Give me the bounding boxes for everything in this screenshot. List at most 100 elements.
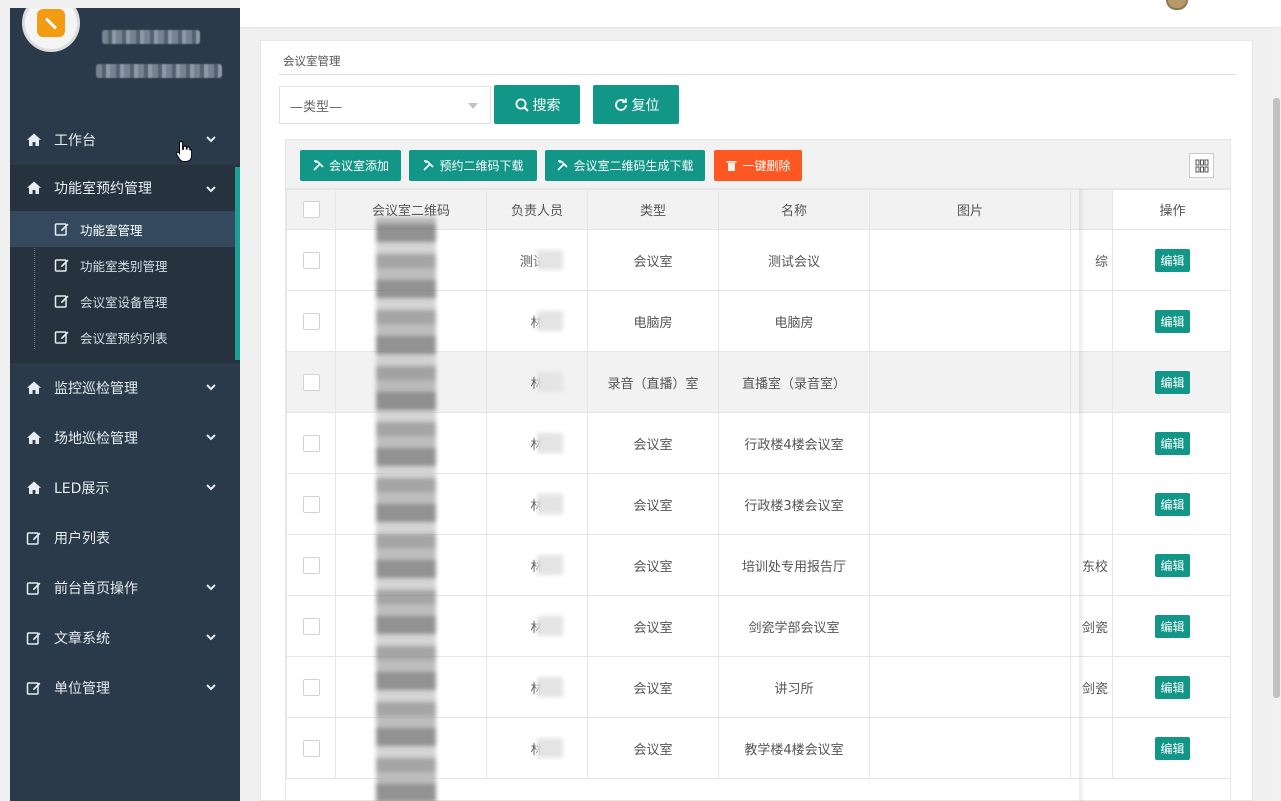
submenu: 功能室管理功能室类别管理 会议室设备管理会议室预约列表: [10, 211, 240, 363]
name-text: 电脑房: [774, 315, 814, 331]
person-name-blurred: [537, 433, 563, 453]
submenu-item-0[interactable]: 功能室管理: [10, 211, 240, 247]
edit-icon: [54, 257, 72, 273]
submenu-item-label: 会议室设备管理: [80, 294, 168, 310]
reset-button[interactable]: 复位: [593, 85, 679, 124]
user-avatar[interactable]: [1166, 0, 1188, 10]
person-cell: 林: [486, 717, 588, 779]
edit-button[interactable]: 编辑: [1155, 675, 1190, 699]
select-all-checkbox[interactable]: [302, 201, 320, 218]
col-header-name[interactable]: 名称: [718, 189, 870, 230]
person-cell: 林: [486, 473, 588, 535]
tools-icon: [422, 159, 435, 172]
row-checkbox[interactable]: [302, 739, 320, 757]
edit-button[interactable]: 编辑: [1155, 553, 1190, 577]
generate-room-qr-button[interactable]: 会议室二维码生成下载: [545, 150, 705, 181]
submenu-item-2[interactable]: 会议室设备管理: [10, 283, 240, 319]
search-button-label: 搜索: [532, 97, 561, 114]
search-icon: [514, 97, 530, 113]
sidebar-item-label: 监控巡检管理: [54, 381, 138, 397]
download-booking-qr-button[interactable]: 预约二维码下载: [409, 150, 537, 181]
actions-cell: 编辑: [1112, 595, 1230, 657]
tools-icon: [312, 159, 325, 172]
generate-room-qr-label: 会议室二维码生成下载: [573, 159, 694, 173]
extra-text: 剑瓷: [1081, 620, 1108, 636]
sidebar-item-3[interactable]: 场地巡检管理: [10, 413, 240, 463]
chevron-down-icon: [204, 182, 218, 196]
sidebar-item-label: 单位管理: [54, 681, 110, 697]
page-scrollbar[interactable]: [1272, 28, 1281, 801]
row-checkbox[interactable]: [302, 678, 320, 696]
app-logo: [22, 8, 80, 52]
edit-button[interactable]: 编辑: [1155, 492, 1190, 516]
row-checkbox[interactable]: [302, 373, 320, 391]
type-text: 会议室: [633, 681, 673, 697]
edit-icon: [54, 293, 72, 309]
row-checkbox[interactable]: [302, 617, 320, 635]
person-cell: 林: [486, 656, 588, 718]
type-cell: 会议室: [587, 534, 719, 596]
add-room-button[interactable]: 会议室添加: [300, 150, 401, 181]
edit-icon: [24, 580, 44, 596]
image-cell: [869, 351, 1071, 413]
row-checkbox[interactable]: [302, 251, 320, 269]
breadcrumb: 会议室管理: [283, 54, 341, 68]
row-checkbox-cell: [286, 534, 336, 596]
submenu-item-1[interactable]: 功能室类别管理: [10, 247, 240, 283]
actions-cell: 编辑: [1112, 473, 1230, 535]
col-header-person[interactable]: 负责人员: [486, 189, 588, 230]
sidebar-item-0[interactable]: 工作台: [10, 115, 240, 165]
row-checkbox-cell: [286, 412, 336, 474]
edit-button[interactable]: 编辑: [1155, 309, 1190, 333]
edit-button[interactable]: 编辑: [1155, 736, 1190, 760]
type-cell: 会议室: [587, 656, 719, 718]
sidebar-item-6[interactable]: 前台首页操作: [10, 563, 240, 613]
sidebar-item-8[interactable]: 单位管理: [10, 663, 240, 713]
extra-cell: [1070, 351, 1113, 413]
type-cell: 会议室: [587, 229, 719, 291]
sidebar-item-2[interactable]: 监控巡检管理: [10, 363, 240, 413]
type-select[interactable]: —类型—: [279, 86, 491, 124]
edit-button[interactable]: 编辑: [1155, 431, 1190, 455]
user-info-blurred: [96, 64, 222, 78]
edit-button[interactable]: 编辑: [1155, 614, 1190, 638]
column-filter-button[interactable]: [1189, 153, 1214, 178]
delete-all-label: 一键删除: [742, 159, 791, 173]
row-checkbox[interactable]: [302, 556, 320, 574]
person-cell: 林: [486, 290, 588, 352]
submenu-item-label: 功能室类别管理: [80, 258, 168, 274]
top-bar: [240, 0, 1281, 28]
row-checkbox[interactable]: [302, 495, 320, 513]
name-text: 行政楼3楼会议室: [744, 498, 844, 514]
sidebar-item-7[interactable]: 文章系统: [10, 613, 240, 663]
search-button[interactable]: 搜索: [494, 85, 580, 124]
row-checkbox-cell: [286, 473, 336, 535]
scrollbar-thumb[interactable]: [1273, 98, 1280, 698]
extra-cell: 剑瓷: [1070, 595, 1113, 657]
col-header-actions: 操作: [1112, 189, 1230, 230]
person-cell: 林: [486, 351, 588, 413]
col-header-type[interactable]: 类型: [587, 189, 719, 230]
extra-cell: 东校: [1070, 534, 1113, 596]
row-checkbox[interactable]: [302, 434, 320, 452]
edit-icon: [24, 530, 44, 546]
chevron-down-icon: [204, 430, 218, 444]
delete-all-button[interactable]: 一键删除: [714, 150, 802, 181]
name-text: 培训处专用报告厅: [741, 559, 846, 575]
edit-button[interactable]: 编辑: [1155, 370, 1190, 394]
content-panel: 会议室管理 —类型— 搜索 复位 会议室添加 预约二维码下载 会议室二维码生成下…: [260, 40, 1253, 801]
qr-codes-blurred: [376, 217, 436, 801]
sidebar-item-4[interactable]: LED展示: [10, 463, 240, 513]
person-name-blurred: [537, 677, 563, 697]
submenu-item-3[interactable]: 会议室预约列表: [10, 319, 240, 355]
row-checkbox-cell: [286, 290, 336, 352]
edit-button[interactable]: 编辑: [1155, 248, 1190, 272]
sidebar-item-5[interactable]: 用户列表: [10, 513, 240, 563]
col-header-image[interactable]: 图片: [869, 189, 1071, 230]
type-text: 会议室: [633, 437, 673, 453]
sidebar-item-1[interactable]: 功能室预约管理: [10, 165, 240, 211]
sidebar-item-label: 用户列表: [54, 531, 110, 547]
name-cell: 行政楼3楼会议室: [718, 473, 870, 535]
hand-cursor-icon: [175, 140, 193, 162]
row-checkbox[interactable]: [302, 312, 320, 330]
